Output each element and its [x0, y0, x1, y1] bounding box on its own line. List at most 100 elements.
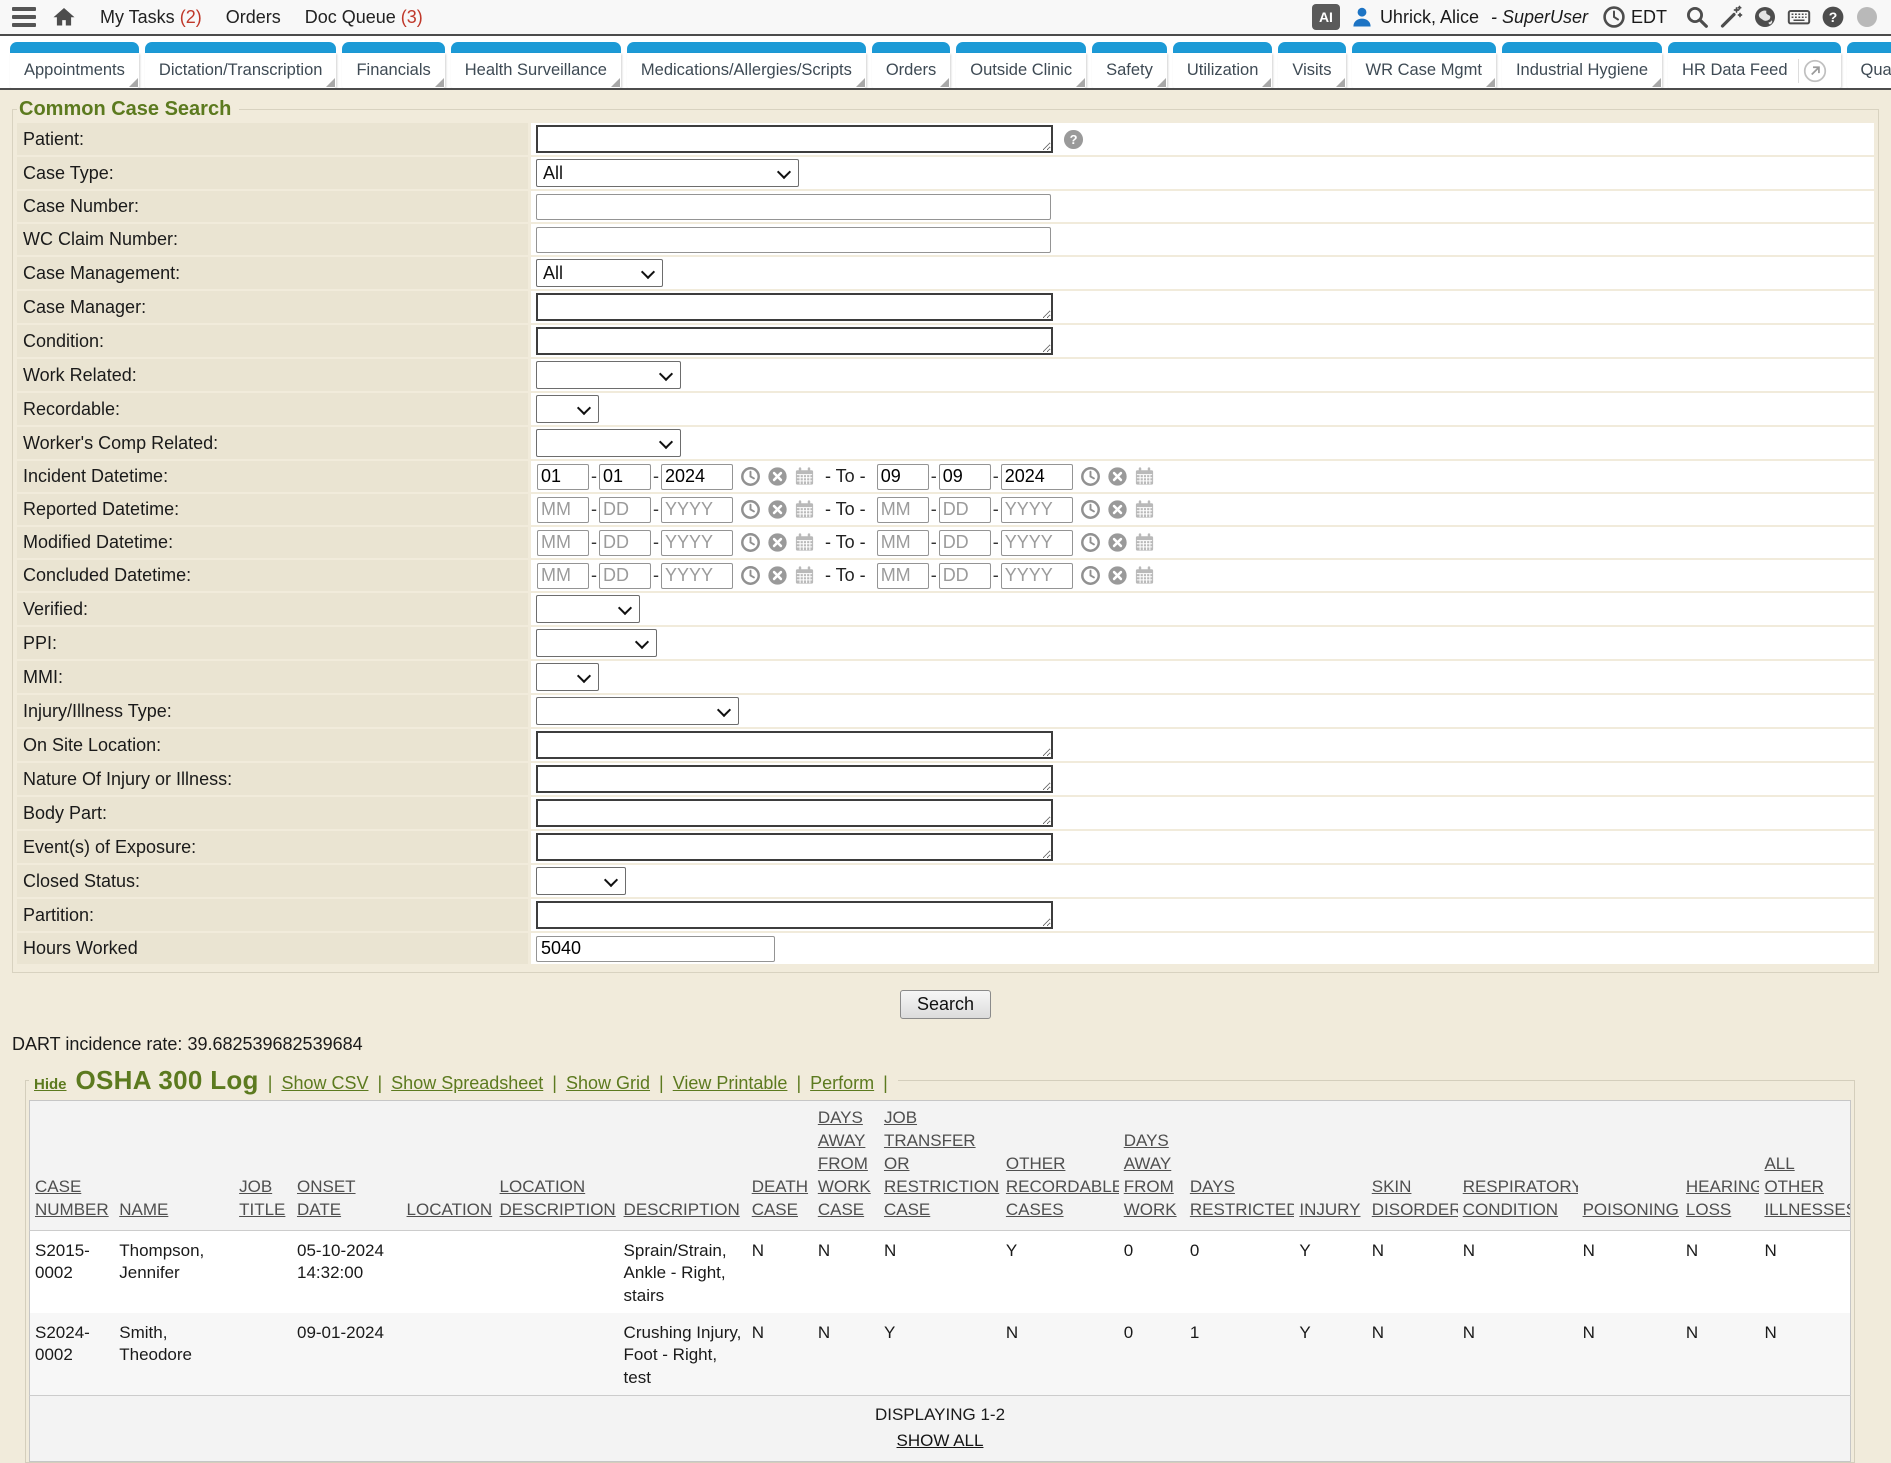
wc-claim-number-input[interactable] [536, 227, 1051, 253]
sort-link[interactable]: DAYS AWAY FROM WORK CASE [818, 1108, 871, 1219]
concluded-datetime-to-month-input[interactable] [877, 563, 929, 589]
modified-datetime-to-time-picker-button[interactable] [1080, 532, 1101, 553]
reported-datetime-to-month-input[interactable] [877, 497, 929, 523]
globe-icon[interactable] [1753, 5, 1777, 29]
events-of-exposure-input[interactable] [536, 833, 1053, 861]
incident-datetime-to-calendar-button[interactable] [1134, 466, 1155, 487]
verified-select[interactable] [536, 595, 640, 623]
incident-datetime-from-time-picker-button[interactable] [740, 466, 761, 487]
hours-worked-input[interactable] [536, 936, 775, 962]
tab-industrial-hygiene[interactable]: Industrial Hygiene [1502, 42, 1662, 88]
concluded-datetime-from-month-input[interactable] [537, 563, 589, 589]
sort-link[interactable]: CASE NUMBER [35, 1177, 109, 1219]
tab-appointments[interactable]: Appointments [10, 42, 139, 88]
work-related-select[interactable] [536, 361, 681, 389]
sort-link[interactable]: INJURY [1299, 1200, 1360, 1219]
sort-link[interactable]: DAYS RESTRICTED [1190, 1177, 1295, 1219]
nav-my-tasks[interactable]: My Tasks (2) [100, 7, 202, 28]
osha-link-view-printable[interactable]: View Printable [673, 1073, 788, 1094]
concluded-datetime-to-day-input[interactable] [939, 563, 991, 589]
incident-datetime-to-month-input[interactable] [877, 464, 929, 490]
workers-comp-related-select[interactable] [536, 429, 681, 457]
sort-link[interactable]: DAYS AWAY FROM WORK [1124, 1131, 1177, 1219]
reported-datetime-to-calendar-button[interactable] [1134, 499, 1155, 520]
sort-link[interactable]: ONSET DATE [297, 1177, 356, 1219]
magic-wand-icon[interactable] [1719, 5, 1743, 29]
reported-datetime-from-year-input[interactable] [661, 497, 733, 523]
modified-datetime-to-year-input[interactable] [1001, 530, 1073, 556]
osha-link-show-csv[interactable]: Show CSV [281, 1073, 368, 1094]
modified-datetime-from-day-input[interactable] [599, 530, 651, 556]
concluded-datetime-from-year-input[interactable] [661, 563, 733, 589]
modified-datetime-from-year-input[interactable] [661, 530, 733, 556]
concluded-datetime-from-time-picker-button[interactable] [740, 565, 761, 586]
concluded-datetime-to-year-input[interactable] [1001, 563, 1073, 589]
osha-link-show-grid[interactable]: Show Grid [566, 1073, 650, 1094]
incident-datetime-from-month-input[interactable] [537, 464, 589, 490]
concluded-datetime-to-time-picker-button[interactable] [1080, 565, 1101, 586]
case-management-select[interactable]: All [536, 259, 663, 287]
search-icon[interactable] [1685, 5, 1709, 29]
reported-datetime-to-clear-button[interactable] [1107, 499, 1128, 520]
osha-link-perform[interactable]: Perform [810, 1073, 874, 1094]
osha-link-show-spreadsheet[interactable]: Show Spreadsheet [391, 1073, 543, 1094]
patient-input[interactable] [536, 125, 1053, 153]
reported-datetime-from-time-picker-button[interactable] [740, 499, 761, 520]
show-all-link[interactable]: SHOW ALL [897, 1431, 984, 1450]
incident-datetime-from-clear-button[interactable] [767, 466, 788, 487]
nature-of-injury-or-illness-input[interactable] [536, 765, 1053, 793]
concluded-datetime-to-calendar-button[interactable] [1134, 565, 1155, 586]
nav-doc-queue[interactable]: Doc Queue (3) [305, 7, 423, 28]
incident-datetime-from-year-input[interactable] [661, 464, 733, 490]
condition-input[interactable] [536, 327, 1053, 355]
tab-medications-allergies-scripts[interactable]: Medications/Allergies/Scripts [627, 42, 866, 88]
sort-link[interactable]: SKIN DISORDER [1372, 1177, 1458, 1219]
mmi-select[interactable] [536, 663, 599, 691]
modified-datetime-to-calendar-button[interactable] [1134, 532, 1155, 553]
modified-datetime-to-day-input[interactable] [939, 530, 991, 556]
patient-help-button[interactable]: ? [1063, 129, 1084, 150]
sort-link[interactable]: NAME [119, 1200, 168, 1219]
sort-link[interactable]: OTHER RECORDABLE CASES [1006, 1154, 1119, 1219]
tab-hr-data-feed[interactable]: HR Data Feed [1668, 42, 1840, 88]
sort-link[interactable]: RESPIRATORY CONDITION [1463, 1177, 1578, 1219]
reported-datetime-to-time-picker-button[interactable] [1080, 499, 1101, 520]
concluded-datetime-from-clear-button[interactable] [767, 565, 788, 586]
concluded-datetime-from-day-input[interactable] [599, 563, 651, 589]
sort-link[interactable]: POISONING [1583, 1200, 1679, 1219]
closed-status-select[interactable] [536, 867, 626, 895]
reported-datetime-from-clear-button[interactable] [767, 499, 788, 520]
sort-link[interactable]: DESCRIPTION [624, 1200, 740, 1219]
tab-wr-case-mgmt[interactable]: WR Case Mgmt [1352, 42, 1496, 88]
reported-datetime-from-calendar-button[interactable] [794, 499, 815, 520]
sort-link[interactable]: HEARING LOSS [1686, 1177, 1760, 1219]
tab-health-surveillance[interactable]: Health Surveillance [451, 42, 621, 88]
concluded-datetime-from-calendar-button[interactable] [794, 565, 815, 586]
incident-datetime-to-year-input[interactable] [1001, 464, 1073, 490]
tab-visits[interactable]: Visits [1278, 42, 1345, 88]
keyboard-icon[interactable] [1787, 5, 1811, 29]
sort-link[interactable]: DEATH CASE [752, 1177, 808, 1219]
modified-datetime-to-month-input[interactable] [877, 530, 929, 556]
reported-datetime-from-day-input[interactable] [599, 497, 651, 523]
tab-outside-clinic[interactable]: Outside Clinic [956, 42, 1086, 88]
current-user[interactable]: Uhrick, Alice - SuperUser [1350, 5, 1588, 29]
table-row[interactable]: S2024-0002Smith, Theodore09-01-2024Crush… [30, 1313, 1851, 1396]
ppi-select[interactable] [536, 629, 657, 657]
sort-link[interactable]: LOCATION [407, 1200, 493, 1219]
modified-datetime-from-month-input[interactable] [537, 530, 589, 556]
case-number-input[interactable] [536, 194, 1051, 220]
partition-input[interactable] [536, 901, 1053, 929]
incident-datetime-to-clear-button[interactable] [1107, 466, 1128, 487]
ai-badge-button[interactable]: AI [1312, 4, 1340, 30]
recordable-select[interactable] [536, 395, 599, 423]
incident-datetime-to-day-input[interactable] [939, 464, 991, 490]
tab-utilization[interactable]: Utilization [1173, 42, 1273, 88]
search-button[interactable]: Search [900, 990, 991, 1019]
reported-datetime-to-year-input[interactable] [1001, 497, 1073, 523]
incident-datetime-from-day-input[interactable] [599, 464, 651, 490]
sort-link[interactable]: JOB TRANSFER OR RESTRICTION CASE [884, 1108, 999, 1219]
body-part-input[interactable] [536, 799, 1053, 827]
modified-datetime-from-time-picker-button[interactable] [740, 532, 761, 553]
reported-datetime-from-month-input[interactable] [537, 497, 589, 523]
